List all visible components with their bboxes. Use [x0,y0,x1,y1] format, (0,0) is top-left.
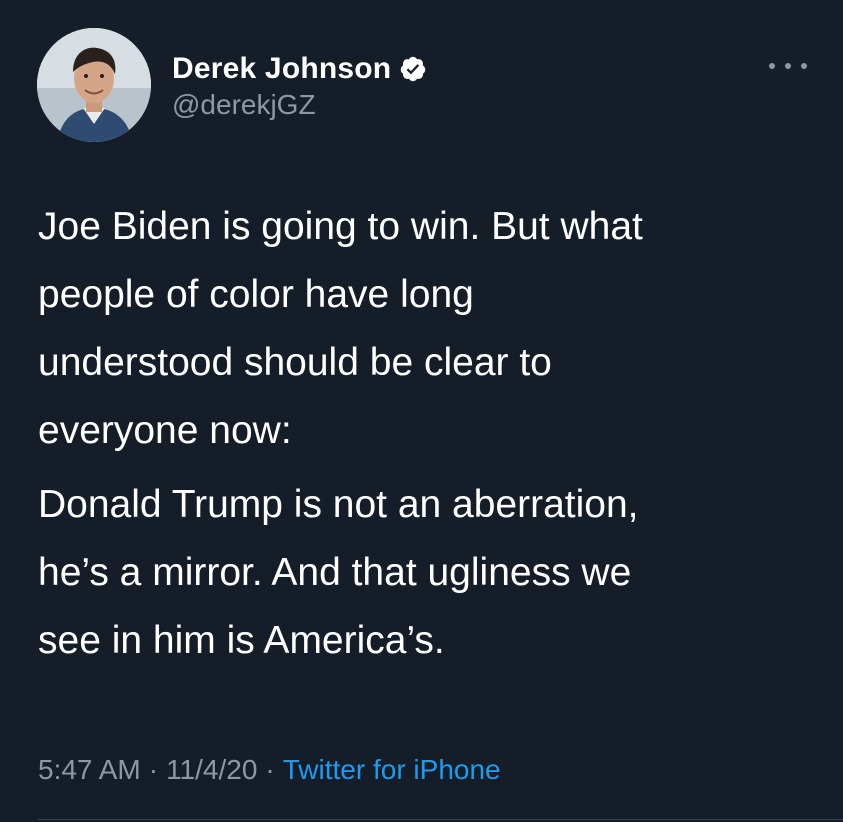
more-options-icon[interactable] [769,58,807,74]
tweet-text-line: see in him is America’s. [38,619,445,662]
more-dot [769,63,775,69]
tweet-meta: 5:47 AM · 11/4/20 · Twitter for iPhone [38,754,501,786]
more-dot [801,63,807,69]
tweet-source-link[interactable]: Twitter for iPhone [283,754,501,786]
verified-badge-icon [399,55,427,83]
tweet-text-line: people of color have long [38,273,474,316]
tweet-text-line: he’s a mirror. And that ugliness we [38,551,632,594]
meta-separator: · [148,754,159,785]
tweet-time[interactable]: 5:47 AM [38,754,141,786]
tweet-text: Joe Biden is going to win. But what peop… [38,193,818,675]
avatar[interactable] [37,28,151,142]
tweet-text-line: understood should be clear to [38,341,552,384]
tweet-date[interactable]: 11/4/20 [166,754,257,786]
tweet-text-line: everyone now: [38,409,292,452]
meta-separator: · [265,754,275,785]
more-dot [785,63,791,69]
author-display-name[interactable]: Derek Johnson [172,52,391,86]
author-name-row[interactable]: Derek Johnson [172,49,427,89]
tweet-text-line: Donald Trump is not an aberration, [38,483,639,526]
divider [38,819,843,820]
tweet-card: Derek Johnson @derekjGZ Joe Biden is goi… [0,0,843,822]
tweet-text-line: Joe Biden is going to win. But what [38,205,643,248]
avatar-photo [37,28,151,142]
author-handle[interactable]: @derekjGZ [172,89,316,121]
